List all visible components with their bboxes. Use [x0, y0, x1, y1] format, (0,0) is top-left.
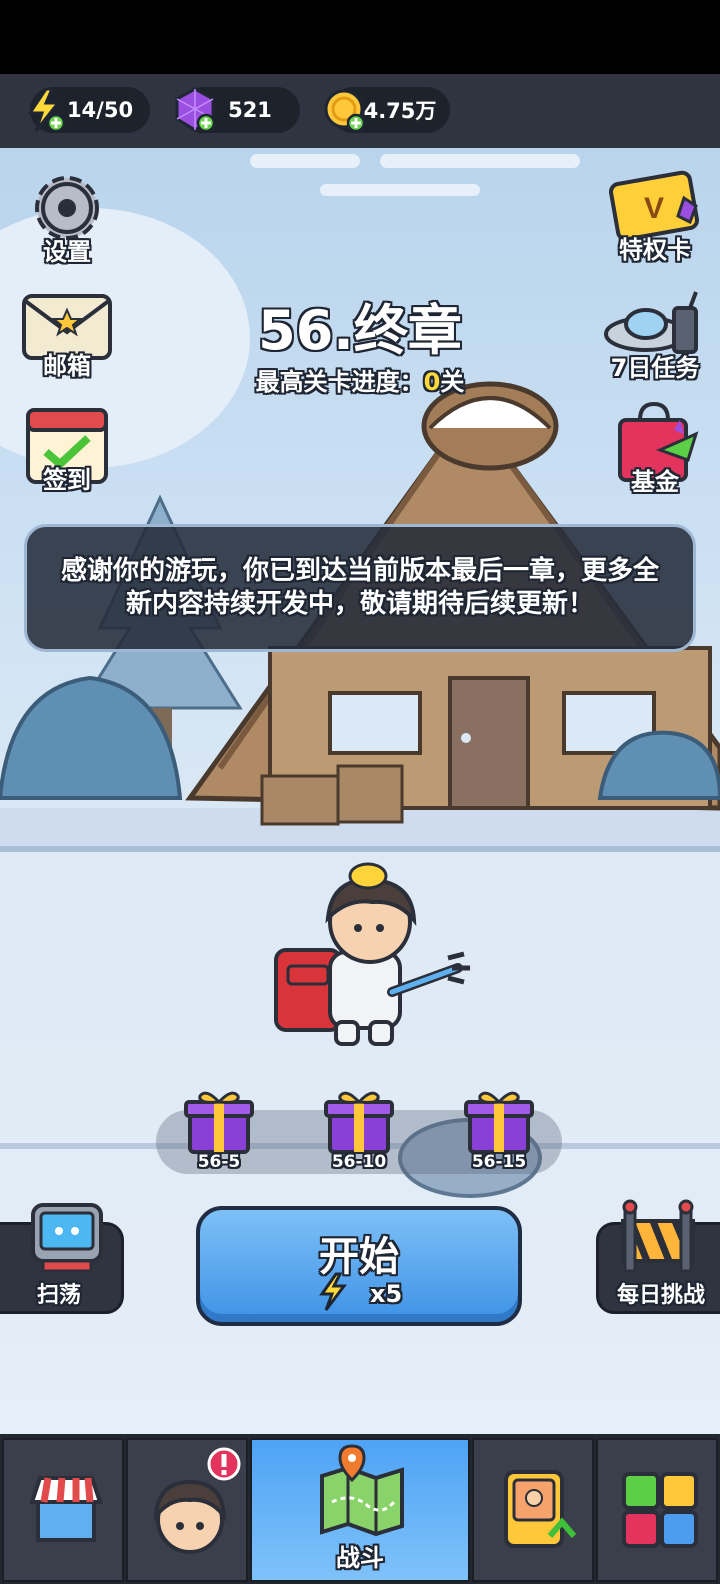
id-card-icon — [504, 1470, 576, 1548]
map-icon — [320, 1444, 404, 1537]
checkin-button[interactable]: 签到 — [12, 400, 122, 510]
nav-tab-puzzle[interactable] — [596, 1438, 718, 1582]
progress-value: 0 — [423, 368, 441, 396]
resource-bar: 14/50 521 4.75万 — [0, 74, 720, 148]
privilege-card-button[interactable]: V 特权卡 — [600, 168, 710, 278]
lightning-icon — [319, 1272, 347, 1311]
game-scene: 设置 邮箱 签到 V 特权卡 7日任务 基金 56.终章 最高关卡进度：0关 感… — [0, 148, 720, 1434]
notice-text: 感谢你的游玩，你已到达当前版本最后一章，更多全新内容持续开发中，敬请期待后续更新… — [60, 556, 659, 619]
bottom-navigation: 战斗 — [0, 1434, 720, 1584]
gift-box-icon — [324, 1091, 394, 1154]
end-of-content-notice: 感谢你的游玩，你已到达当前版本最后一章，更多全新内容持续开发中，敬请期待后续更新… — [24, 524, 696, 652]
shop-icon — [29, 1476, 103, 1542]
barricade-icon — [621, 1199, 695, 1273]
seven-day-label: 7日任务 — [610, 354, 700, 382]
mail-button[interactable]: 邮箱 — [12, 288, 122, 398]
reward-stage-label: 56-15 — [471, 1152, 527, 1172]
reward-chest[interactable]: 56-15 — [464, 1088, 534, 1172]
svg-text:V: V — [644, 192, 664, 225]
gift-box-icon — [464, 1091, 534, 1154]
start-battle-button[interactable]: 开始 x5 — [196, 1206, 522, 1326]
fund-button[interactable]: 基金 — [600, 400, 710, 510]
chapter-title: 56.终章 — [258, 299, 462, 362]
player-character — [274, 862, 470, 1046]
daily-challenge-label: 每日挑战 — [616, 1283, 705, 1308]
reward-chest[interactable]: 56-10 — [324, 1088, 394, 1172]
coin-counter[interactable]: 4.75万 — [324, 87, 450, 133]
progress-label: 最高关卡进度： — [255, 368, 424, 396]
nav-tab-cards[interactable] — [472, 1438, 594, 1582]
chapter-progress: 最高关卡进度：0关 — [160, 362, 560, 397]
checkin-label: 签到 — [43, 466, 91, 494]
gem-icon — [175, 87, 216, 133]
sweep-label: 扫荡 — [36, 1283, 81, 1308]
energy-cost: x5 — [370, 1280, 403, 1308]
seven-day-task-button[interactable]: 7日任务 — [600, 288, 710, 398]
robot-monitor-icon — [31, 1203, 103, 1273]
energy-counter[interactable]: 14/50 — [27, 87, 150, 133]
daily-challenge-button[interactable]: 每日挑战 — [596, 1199, 720, 1314]
settings-button[interactable]: 设置 — [12, 168, 122, 278]
reward-stage-label: 56-5 — [197, 1152, 241, 1172]
gem-counter[interactable]: 521 — [175, 87, 300, 133]
system-status-bar — [0, 0, 720, 74]
progress-unit: 关 — [440, 368, 465, 396]
nav-tab-character[interactable] — [126, 1438, 248, 1582]
nav-battle-label: 战斗 — [336, 1544, 384, 1572]
fund-label: 基金 — [631, 468, 679, 496]
reward-stage-label: 56-10 — [331, 1152, 387, 1172]
sweep-button[interactable]: 扫荡 — [0, 1203, 124, 1314]
mail-label: 邮箱 — [43, 352, 91, 380]
settings-label: 设置 — [43, 238, 91, 266]
puzzle-icon — [622, 1472, 698, 1548]
start-label: 开始 — [319, 1234, 399, 1280]
gift-box-icon — [184, 1091, 254, 1154]
lightning-icon — [27, 87, 66, 133]
coin-icon — [324, 89, 366, 133]
privilege-label: 特权卡 — [619, 236, 691, 264]
nav-tab-shop[interactable] — [2, 1438, 124, 1582]
nav-tab-battle[interactable]: 战斗 — [250, 1438, 470, 1582]
reward-chest[interactable]: 56-5 — [184, 1088, 254, 1172]
alert-badge-icon — [207, 1447, 241, 1481]
